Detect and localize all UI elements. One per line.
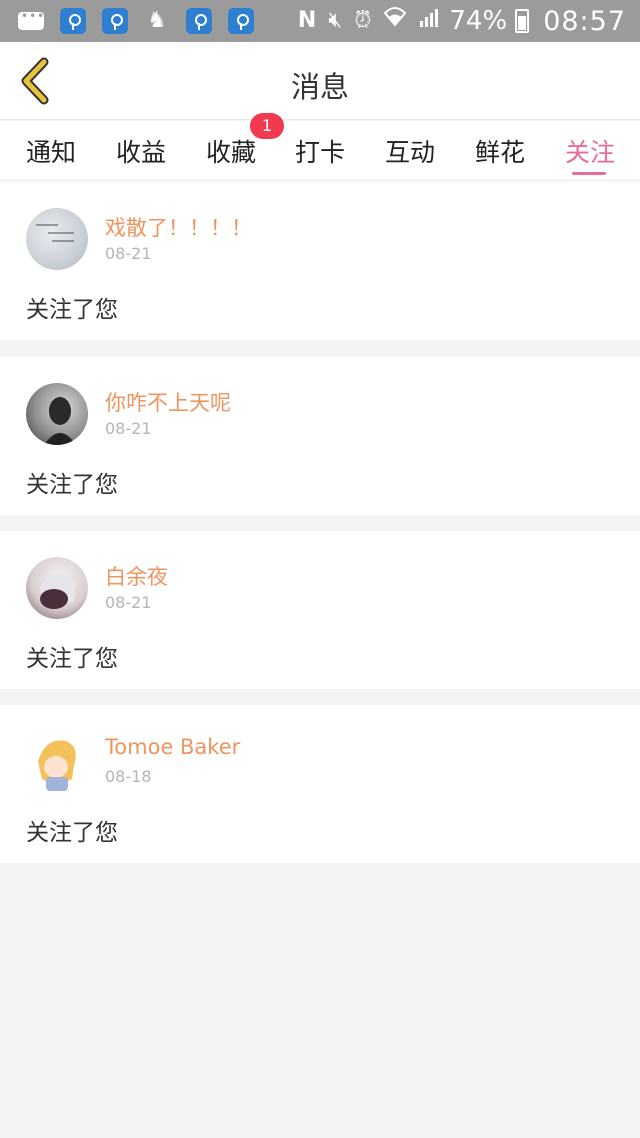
follow-date: 08-21 [105,419,152,438]
active-tab-indicator [572,172,606,175]
tab-earnings[interactable]: 收益 [116,133,166,169]
wifi-app-icon [102,8,128,34]
favorites-count-badge: 1 [250,113,284,139]
avatar[interactable] [26,383,88,445]
nfc-icon: N [297,8,317,33]
tab-checkin[interactable]: 打卡 [295,133,345,169]
wifi-app-icon [60,8,86,34]
follow-message: 关注了您 [26,472,118,498]
avatar[interactable] [26,557,88,619]
tab-favorites[interactable]: 收藏 [206,133,256,169]
status-right-icons: N 🔇︎ ⏰︎ 74% 08:57 [286,4,626,38]
username[interactable]: 白余夜 [105,561,168,591]
wifi-app-icon [228,8,254,34]
follow-message: 关注了您 [26,646,118,672]
mute-icon: 🔇︎ [328,8,343,33]
alarm-icon: ⏰︎ [354,8,372,33]
wifi-icon [383,4,407,38]
clock: 08:57 [543,5,626,37]
tab-follows[interactable]: 关注 [565,133,615,169]
follow-item[interactable]: 白余夜 08-21 关注了您 [0,531,640,689]
signal-icon [419,4,439,38]
tab-interactions[interactable]: 互动 [385,133,435,169]
tab-flowers[interactable]: 鲜花 [475,133,525,169]
status-left-icons: ♞ [18,8,270,34]
username[interactable]: 戏散了！！！！ [105,212,252,242]
follow-item[interactable]: 戏散了！！！！ 08-21 关注了您 [0,182,640,340]
avatar[interactable] [26,731,88,793]
app-header: 消息 [0,42,640,120]
tab-bar: 通知 收益 收藏 1 打卡 互动 鲜花 关注 [0,113,640,179]
follow-date: 08-21 [105,593,152,612]
follow-date: 08-21 [105,244,152,263]
follow-item[interactable]: Tomoe Baker 08-18 关注了您 [0,705,640,863]
follow-item[interactable]: 你咋不上天呢 08-21 关注了您 [0,357,640,515]
username[interactable]: 你咋不上天呢 [105,387,231,417]
tab-notifications[interactable]: 通知 [26,133,76,169]
message-icon [18,8,45,34]
follow-message: 关注了您 [26,820,118,846]
follow-message: 关注了您 [26,297,118,323]
person-icon: ♞ [147,8,167,33]
avatar[interactable] [26,208,88,270]
battery-icon [515,9,530,33]
follow-date: 08-18 [105,767,152,786]
status-bar: ♞ N 🔇︎ ⏰︎ 74% 08:57 [0,0,640,42]
wifi-app-icon [186,8,212,34]
battery-percent: 74% [449,6,508,36]
page-title: 消息 [290,70,349,104]
username[interactable]: Tomoe Baker [105,735,240,759]
